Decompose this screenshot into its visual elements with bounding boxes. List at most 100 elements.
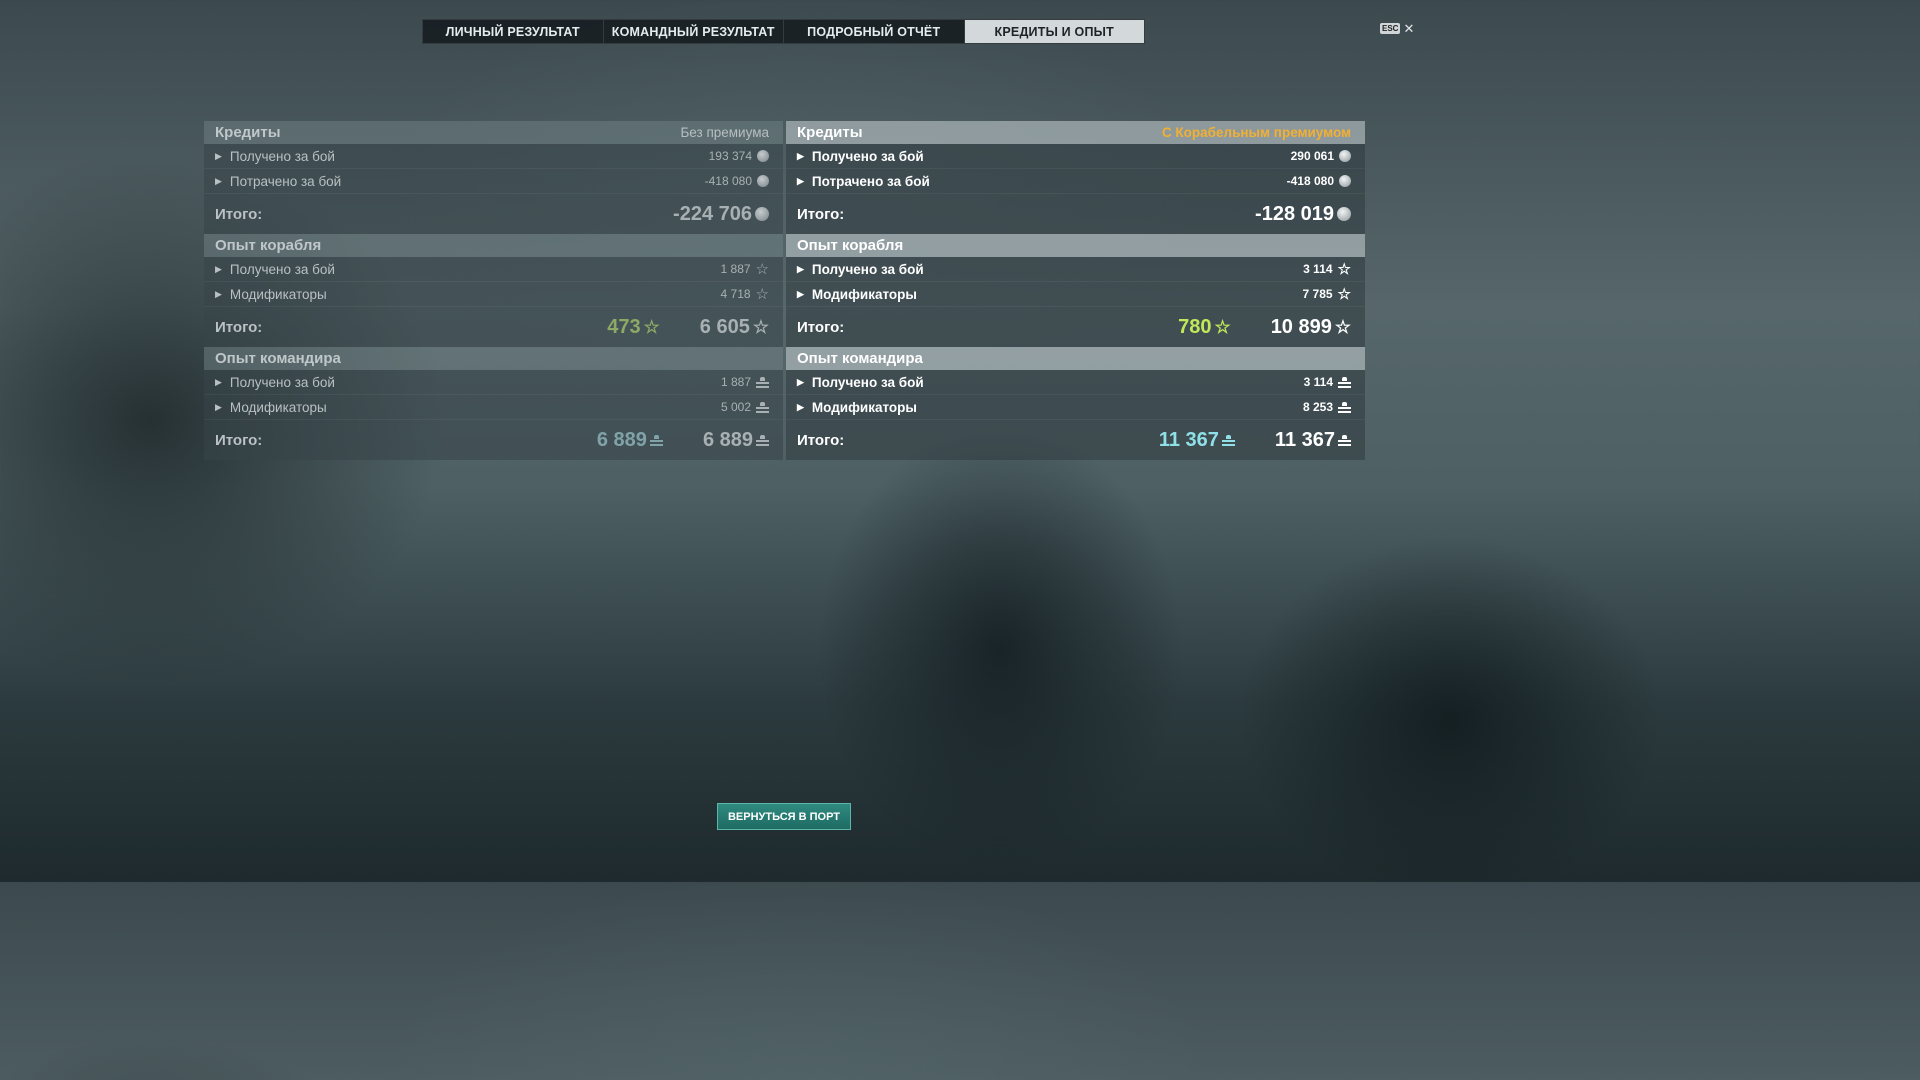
- credit-coin-icon: [755, 207, 769, 221]
- ship-xp-earned-row[interactable]: ▶ Получено за бой 1 887 ☆: [204, 257, 783, 282]
- total-label: Итого:: [215, 318, 263, 336]
- star-icon: ☆: [1337, 260, 1351, 278]
- chevron-right-icon: ▶: [797, 263, 804, 274]
- ship-xp-total-value: 10 899: [1270, 315, 1332, 338]
- ship-xp-base-value: 780: [1178, 315, 1212, 338]
- commander-xp-base-value: 6 889: [596, 428, 647, 451]
- ship-xp-total-row: Итого: 473 ☆ 6 605 ☆: [204, 307, 783, 347]
- star-icon: ☆: [755, 260, 769, 278]
- credit-coin-icon: [1337, 207, 1351, 221]
- tab-credits-and-xp[interactable]: КРЕДИТЫ И ОПЫТ: [964, 20, 1144, 43]
- row-label: Получено за бой: [229, 374, 335, 390]
- commander-xp-earned-row[interactable]: ▶ Получено за бой 1 887: [204, 370, 783, 395]
- commander-xp-icon: [756, 434, 769, 446]
- row-label: Получено за бой: [811, 148, 924, 164]
- chevron-right-icon: ▶: [215, 288, 222, 299]
- row-label: Модификаторы: [811, 286, 917, 302]
- tab-team-result[interactable]: КОМАНДНЫЙ РЕЗУЛЬТАТ: [604, 20, 784, 43]
- ship-xp-modifiers-row[interactable]: ▶ Модификаторы 4 718 ☆: [204, 282, 783, 307]
- commander-xp-total-row: Итого: 11 367 11 367: [786, 420, 1365, 460]
- chevron-right-icon: ▶: [215, 263, 222, 274]
- row-value: 193 374: [708, 149, 752, 163]
- row-label: Потрачено за бой: [811, 173, 930, 189]
- credit-coin-icon: [1339, 175, 1351, 187]
- chevron-right-icon: ▶: [215, 175, 222, 186]
- credit-coin-icon: [1339, 150, 1351, 162]
- esc-key-label: ESC: [1380, 23, 1401, 34]
- commander-xp-total-value: 11 367: [1274, 428, 1335, 451]
- ship-xp-total-value: 6 605: [699, 315, 750, 338]
- ship-xp-modifiers-row[interactable]: ▶ Модификаторы 7 785 ☆: [786, 282, 1365, 307]
- credits-spent-row[interactable]: ▶ Потрачено за бой -418 080: [204, 169, 783, 194]
- return-to-port-button[interactable]: ВЕРНУТЬСЯ В ПОРТ: [717, 803, 851, 830]
- credits-total-value: -224 706: [673, 202, 752, 225]
- row-label: Потрачено за бой: [229, 173, 342, 189]
- tab-detailed-report[interactable]: ПОДРОБНЫЙ ОТЧЁТ: [784, 20, 965, 43]
- section-title: Опыт корабля: [797, 237, 904, 254]
- chevron-right-icon: ▶: [215, 150, 222, 161]
- commander-xp-icon: [1338, 376, 1351, 388]
- ship-xp-earned-row[interactable]: ▶ Получено за бой 3 114 ☆: [786, 257, 1365, 282]
- total-label: Итого:: [215, 205, 263, 223]
- commander-xp-section-header: Опыт командира: [786, 347, 1365, 370]
- total-label: Итого:: [215, 431, 263, 449]
- commander-xp-base-value: 11 367: [1158, 428, 1219, 451]
- credit-coin-icon: [757, 150, 769, 162]
- row-label: Получено за бой: [811, 261, 924, 277]
- commander-xp-icon: [649, 434, 663, 446]
- ship-xp-base-value: 473: [607, 315, 641, 338]
- row-label: Модификаторы: [229, 399, 327, 415]
- section-title: Опыт корабля: [215, 237, 322, 254]
- chevron-right-icon: ▶: [797, 150, 804, 161]
- tab-bar: ЛИЧНЫЙ РЕЗУЛЬТАТ КОМАНДНЫЙ РЕЗУЛЬТАТ ПОД…: [422, 19, 1145, 44]
- section-title: Опыт командира: [215, 350, 341, 367]
- premium-status-note: С Корабельным премиумом: [1161, 125, 1351, 140]
- row-value: 4 718: [720, 287, 751, 301]
- row-value: 7 785: [1302, 287, 1333, 301]
- row-label: Модификаторы: [229, 286, 327, 302]
- credits-total-value: -128 019: [1255, 202, 1334, 225]
- commander-xp-section-header: Опыт командира: [204, 347, 783, 370]
- row-label: Получено за бой: [229, 148, 335, 164]
- commander-xp-icon: [1338, 401, 1351, 413]
- credits-total-row: Итого: -128 019: [786, 194, 1365, 234]
- row-label: Модификаторы: [811, 399, 917, 415]
- chevron-right-icon: ▶: [797, 288, 804, 299]
- premium-status-note: Без премиума: [680, 125, 769, 140]
- ship-xp-section-header: Опыт корабля: [786, 234, 1365, 257]
- commander-xp-modifiers-row[interactable]: ▶ Модификаторы 8 253: [786, 395, 1365, 420]
- star-icon: ☆: [752, 317, 769, 337]
- row-label: Получено за бой: [229, 261, 335, 277]
- row-value: 3 114: [1303, 262, 1333, 276]
- commander-xp-total-value: 6 889: [702, 428, 753, 451]
- commander-xp-icon: [1338, 434, 1351, 446]
- row-value: 8 253: [1302, 400, 1333, 414]
- row-label: Получено за бой: [811, 374, 924, 390]
- credits-spent-row[interactable]: ▶ Потрачено за бой -418 080: [786, 169, 1365, 194]
- chevron-right-icon: ▶: [797, 376, 804, 387]
- section-title: Кредиты: [797, 124, 863, 141]
- chevron-right-icon: ▶: [215, 376, 222, 387]
- star-icon: ☆: [643, 317, 660, 337]
- star-icon: ☆: [1337, 285, 1351, 303]
- tab-personal-result[interactable]: ЛИЧНЫЙ РЕЗУЛЬТАТ: [423, 20, 604, 43]
- credits-earned-row[interactable]: ▶ Получено за бой 290 061: [786, 144, 1365, 169]
- commander-xp-icon: [756, 376, 769, 388]
- total-label: Итого:: [797, 318, 845, 336]
- row-value: 1 887: [720, 262, 751, 276]
- esc-close-button[interactable]: ESC ✕: [1380, 22, 1414, 35]
- ship-xp-total-row: Итого: 780 ☆ 10 899 ☆: [786, 307, 1365, 347]
- chevron-right-icon: ▶: [797, 175, 804, 186]
- results-panel-no-premium: Кредиты Без премиума ▶ Получено за бой 19…: [204, 121, 783, 460]
- row-value: -418 080: [1286, 174, 1334, 188]
- commander-xp-earned-row[interactable]: ▶ Получено за бой 3 114: [786, 370, 1365, 395]
- commander-xp-total-row: Итого: 6 889 6 889: [204, 420, 783, 460]
- ship-xp-section-header: Опыт корабля: [204, 234, 783, 257]
- row-value: -418 080: [704, 174, 752, 188]
- section-title: Опыт командира: [797, 350, 923, 367]
- commander-xp-modifiers-row[interactable]: ▶ Модификаторы 5 002: [204, 395, 783, 420]
- results-panel-ship-premium: Кредиты С Корабельным премиумом ▶ Получен…: [786, 121, 1365, 460]
- credits-earned-row[interactable]: ▶ Получено за бой 193 374: [204, 144, 783, 169]
- row-value: 1 887: [720, 375, 751, 389]
- chevron-right-icon: ▶: [797, 401, 804, 412]
